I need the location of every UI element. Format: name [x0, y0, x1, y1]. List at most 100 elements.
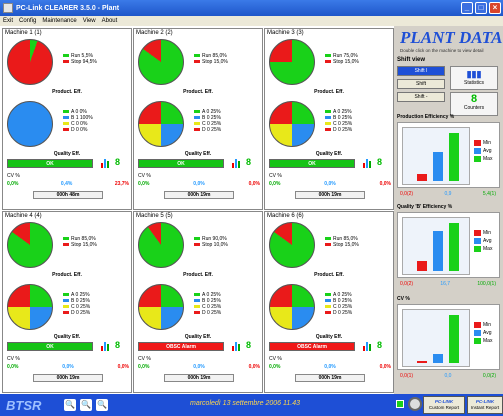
date-time: marcoledì 13 settembre 2006 11.43: [190, 400, 300, 407]
stop-label: Stop 15,0%: [333, 242, 359, 248]
machine-panel-5[interactable]: Machine 5 (5) Run 90,0% Stop 10,0% Produ…: [133, 211, 263, 393]
cv-min: 0,0%: [7, 364, 19, 370]
counters-button[interactable]: 8 Counters: [450, 92, 498, 116]
instant-report-button[interactable]: PC-LINK Instant Report: [467, 396, 503, 414]
close-button[interactable]: ×: [489, 2, 501, 14]
bar-min: [417, 261, 427, 271]
maximize-button[interactable]: □: [475, 2, 487, 14]
machine-title: Machine 1 (1): [5, 30, 42, 36]
legend-label: Avg: [483, 330, 492, 336]
machine-panel-2[interactable]: Machine 2 (2) Run 85,0% Stop 15,0% Produ…: [133, 28, 263, 210]
cv-avg: 0,0%: [324, 181, 336, 187]
production-legend: Run 85,0% Stop 15,0%: [194, 53, 228, 65]
mini-chart-values: 0,0(2) 0,9 5,4(1): [400, 191, 496, 197]
menu-exit[interactable]: Exit: [3, 18, 13, 24]
menu-maintenance[interactable]: Maintenance: [42, 18, 76, 24]
cv-max: 0,0%: [379, 181, 391, 187]
stop-label: Stop 15,0%: [71, 242, 97, 248]
cv-max: 23,7%: [114, 181, 129, 187]
quality-swatch: [63, 311, 69, 315]
value-min: 0,0(2): [400, 191, 414, 197]
counter-icon[interactable]: 8: [377, 157, 382, 167]
bar-max: [449, 133, 459, 181]
mini-chart-plot: [402, 217, 470, 275]
quality-eff-label: Quality Eff.: [184, 334, 212, 340]
menu-config[interactable]: Config: [19, 18, 36, 24]
chart-icon[interactable]: [232, 342, 242, 351]
cv-min: 0,0%: [7, 181, 19, 187]
instant-report-label: Instant Report: [470, 405, 500, 410]
quality-legend: A 0 25% B 0 25% C 0 25% D 0 25%: [194, 292, 221, 316]
product-eff-label: Product. Eff.: [183, 89, 213, 95]
zoom-in-icon[interactable]: 🔍: [80, 399, 92, 411]
stop-swatch: [63, 243, 69, 247]
quality-swatch: [194, 116, 200, 120]
quality-swatch: [194, 293, 200, 297]
gear-icon[interactable]: [408, 397, 422, 411]
shift-button[interactable]: Shift: [397, 79, 445, 89]
mini-chart-title: CV %: [397, 296, 410, 302]
status-bar: BTSR 🔍 🔍 🔍 marcoledì 13 settembre 2006 1…: [0, 394, 503, 416]
chart-icon[interactable]: [101, 342, 111, 351]
quality-label: D 0 0%: [71, 127, 88, 133]
cv-label: CV %: [269, 173, 282, 179]
statistics-button[interactable]: ▮▮▮ Statistics: [450, 66, 498, 90]
counter-icon[interactable]: 8: [246, 157, 251, 167]
machine-panel-6[interactable]: Machine 6 (6) Run 85,0% Stop 15,0% Produ…: [264, 211, 394, 393]
quality-swatch: [63, 299, 69, 303]
cv-min: 0,0%: [138, 181, 150, 187]
legend-label: Avg: [483, 238, 492, 244]
menu-about[interactable]: About: [102, 18, 118, 24]
stop-swatch: [325, 60, 331, 64]
chart-icon[interactable]: [232, 159, 242, 168]
minimize-button[interactable]: _: [461, 2, 473, 14]
cv-label: CV %: [269, 356, 282, 362]
zoom-icon[interactable]: 🔍: [64, 399, 76, 411]
counter-icon[interactable]: 8: [115, 157, 120, 167]
production-legend: Run 90,0% Stop 10,0%: [194, 236, 228, 248]
machine-title: Machine 2 (2): [136, 30, 173, 36]
machine-panel-4[interactable]: Machine 4 (4) Run 85,0% Stop 15,0% Produ…: [2, 211, 132, 393]
quality-swatch: [63, 128, 69, 132]
quality-pie: [7, 101, 53, 147]
zoom-out-icon[interactable]: 🔍: [96, 399, 108, 411]
chart-icon[interactable]: [363, 342, 373, 351]
btsr-logo: BTSR: [6, 398, 42, 413]
menu-view[interactable]: View: [83, 18, 96, 24]
production-pie: [7, 222, 53, 268]
mini-legend: Min Avg Max: [474, 321, 492, 345]
machine-panel-1[interactable]: Machine 1 (1) Run 5,5% Stop 94,5% Produc…: [2, 28, 132, 210]
quality-eff-label: Quality Eff.: [184, 151, 212, 157]
chart-icon[interactable]: [101, 159, 111, 168]
quality-label: D 0 25%: [333, 127, 353, 133]
status-badge: OK: [269, 159, 355, 168]
custom-report-button[interactable]: PC-LINK Custom Report: [423, 396, 465, 414]
value-avg: 0,9: [444, 191, 452, 197]
counters-icon: 8: [470, 93, 478, 105]
chart-icon[interactable]: [363, 159, 373, 168]
machines-grid: Machine 1 (1) Run 5,5% Stop 94,5% Produc…: [0, 26, 394, 394]
quality-swatch: [325, 110, 331, 114]
cv-avg: 0,0%: [193, 364, 205, 370]
run-swatch: [63, 237, 69, 241]
plant-data-panel: PLANT DATA Double click on the machine t…: [394, 26, 503, 394]
quality-swatch: [325, 293, 331, 297]
shift-minus-button[interactable]: Shift -: [397, 92, 445, 102]
quality-eff-label: Quality Eff.: [315, 334, 343, 340]
counter-icon[interactable]: 8: [246, 340, 251, 350]
stop-swatch: [194, 60, 200, 64]
status-badge: OBSC Alarm: [138, 342, 224, 351]
legend-swatch: [474, 237, 481, 244]
cv-values: 0,0% 0,4% 23,7%: [7, 181, 129, 187]
cv-avg: 0,0%: [62, 364, 74, 370]
cv-label: CV %: [7, 173, 20, 179]
mini-chart-2: Min Avg Max: [397, 212, 500, 278]
machine-panel-3[interactable]: Machine 3 (3) Run 75,0% Stop 15,0% Produ…: [264, 28, 394, 210]
quality-label: D 0 25%: [333, 310, 353, 316]
quality-swatch: [194, 311, 200, 315]
shift-1-button[interactable]: Shift I: [397, 66, 445, 76]
legend-swatch: [474, 139, 481, 146]
legend-label: Min: [483, 140, 492, 146]
counter-icon[interactable]: 8: [115, 340, 120, 350]
counter-icon[interactable]: 8: [377, 340, 382, 350]
